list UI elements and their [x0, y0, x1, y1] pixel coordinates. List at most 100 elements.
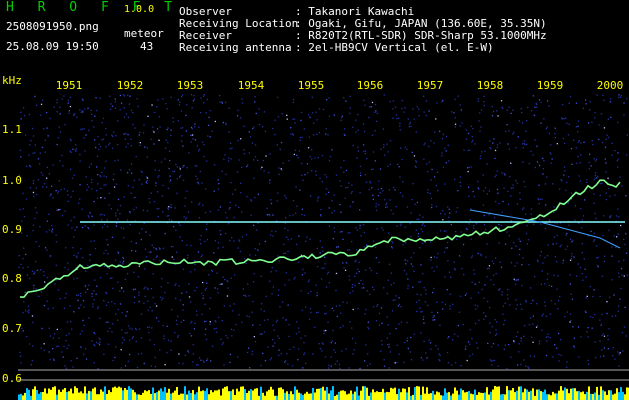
noise-dot [352, 353, 354, 355]
level-bar [478, 392, 480, 400]
noise-dot [372, 151, 375, 153]
noise-dot [547, 333, 549, 335]
noise-dot [453, 268, 456, 270]
noise-dot [460, 185, 462, 187]
noise-dot [385, 206, 387, 208]
noise-dot [131, 262, 133, 265]
level-bar [132, 389, 134, 400]
noise-dot [24, 310, 27, 312]
noise-dot [111, 236, 114, 238]
noise-dot [176, 178, 178, 180]
noise-dot [377, 304, 379, 306]
noise-dot [192, 344, 194, 346]
noise-dot [466, 228, 468, 231]
noise-dot [483, 214, 485, 217]
noise-dot [190, 335, 193, 337]
level-bar [622, 391, 624, 400]
noise-dot [81, 330, 83, 332]
noise-dot [85, 358, 88, 360]
noise-dot [615, 315, 617, 317]
noise-dot [202, 281, 204, 284]
noise-dot [39, 163, 41, 165]
noise-dot [400, 321, 403, 323]
noise-dot [597, 175, 599, 177]
noise-dot [148, 251, 150, 253]
noise-dot [413, 252, 415, 254]
noise-dot [196, 314, 198, 316]
level-bar [288, 393, 290, 400]
level-bar [252, 390, 254, 400]
noise-dot [57, 192, 59, 194]
noise-dot [198, 204, 200, 206]
noise-dot [603, 215, 605, 217]
noise-dot [40, 171, 42, 174]
noise-dot [164, 158, 166, 160]
noise-dot [507, 190, 509, 192]
level-bar [486, 387, 488, 400]
noise-dot [597, 256, 599, 259]
noise-dot [567, 202, 569, 204]
noise-dot [52, 164, 54, 166]
noise-dot [100, 176, 102, 178]
noise-dot [75, 150, 77, 152]
noise-dot [569, 95, 572, 98]
noise-dot [176, 192, 178, 194]
noise-dot [254, 101, 256, 103]
noise-dot [160, 286, 162, 288]
noise-dot [570, 192, 573, 194]
noise-dot [303, 214, 306, 217]
noise-dot [463, 149, 465, 151]
noise-dot [618, 353, 620, 355]
noise-dot [93, 240, 96, 242]
noise-dot [129, 224, 131, 226]
noise-dot [314, 326, 316, 329]
noise-dot [111, 323, 114, 325]
noise-dot [97, 174, 99, 176]
noise-dot [181, 127, 184, 129]
noise-dot [392, 108, 394, 110]
noise-dot [167, 187, 170, 189]
noise-dot [270, 234, 272, 236]
noise-dot [618, 94, 620, 96]
noise-dot [614, 358, 616, 360]
noise-dot [230, 328, 233, 330]
noise-dot [390, 284, 392, 286]
noise-dot [72, 148, 74, 150]
noise-dot [305, 306, 307, 308]
noise-dot [93, 362, 95, 364]
noise-dot [353, 349, 355, 351]
noise-dot [359, 209, 361, 211]
noise-dot [433, 256, 436, 258]
noise-dot [216, 272, 218, 274]
noise-dot [386, 316, 388, 318]
noise-dot [394, 362, 396, 364]
noise-dot [412, 286, 414, 288]
noise-dot [619, 298, 621, 300]
level-bar [530, 390, 532, 400]
noise-dot [119, 204, 122, 207]
noise-dot [510, 262, 513, 264]
noise-dot [530, 213, 532, 215]
noise-dot [459, 104, 461, 106]
noise-dot [577, 263, 579, 265]
noise-dot [230, 142, 232, 144]
level-bar [484, 392, 486, 400]
noise-dot [300, 254, 303, 256]
noise-dot [196, 287, 198, 289]
noise-dot [559, 246, 561, 248]
noise-dot [327, 134, 329, 136]
noise-dot [428, 339, 430, 342]
noise-dot [145, 231, 147, 233]
noise-dot [167, 208, 170, 210]
noise-dot [587, 235, 590, 237]
noise-dot [416, 310, 418, 313]
noise-dot [199, 239, 201, 241]
noise-dot [605, 138, 607, 140]
noise-dot [156, 128, 159, 130]
noise-dot [397, 305, 400, 307]
noise-dot [605, 198, 608, 201]
noise-dot [198, 217, 200, 219]
noise-dot [22, 267, 24, 269]
noise-dot [372, 240, 375, 242]
noise-dot [43, 271, 45, 273]
